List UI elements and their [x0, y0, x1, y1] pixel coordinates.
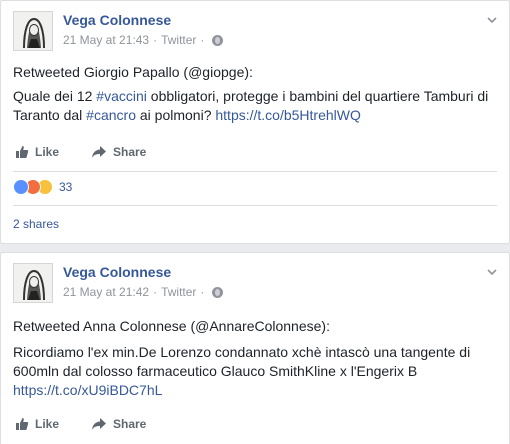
post-source: Twitter	[161, 33, 197, 47]
like-button[interactable]: Like	[15, 417, 59, 431]
hashtag-link[interactable]: #cancro	[86, 107, 136, 123]
share-button[interactable]: Share	[91, 145, 146, 159]
avatar[interactable]	[13, 11, 53, 51]
like-label: Like	[35, 417, 60, 431]
avatar-drawing-icon	[14, 12, 52, 50]
post-text: Quale dei 12	[13, 88, 97, 104]
url-link[interactable]: https://t.co/b5HtrehlWQ	[215, 107, 361, 123]
post-author[interactable]: Vega Colonnese	[63, 12, 171, 28]
hashtag-link[interactable]: #vaccini	[96, 88, 147, 104]
post-body: Ricordiamo l'ex min.De Lorenzo condannat…	[13, 343, 497, 400]
thumbs-up-icon	[16, 146, 29, 158]
globe-icon[interactable]	[212, 34, 224, 46]
post-author[interactable]: Vega Colonnese	[63, 264, 171, 280]
share-arrow-icon	[92, 146, 106, 158]
meta-separator: ·	[200, 33, 205, 47]
post-timestamp[interactable]: 21 May at 21:43	[63, 33, 149, 47]
post-card: Vega Colonnese 21 May at 21:43 · Twitter…	[0, 0, 510, 244]
retweet-line: Retweeted Giorgio Papallo (@giopge):	[13, 64, 253, 80]
post-card: Vega Colonnese 21 May at 21:42 · Twitter…	[0, 252, 510, 444]
post-meta: 21 May at 21:42 · Twitter ·	[63, 285, 224, 299]
avatar-drawing-icon	[14, 264, 52, 302]
url-link[interactable]: https://t.co/xU9iBDC7hL	[13, 382, 162, 398]
post-text: Ricordiamo l'ex min.De Lorenzo condannat…	[13, 344, 471, 379]
like-button[interactable]: Like	[15, 145, 59, 159]
retweet-line: Retweeted Anna Colonnese (@AnnareColonne…	[13, 318, 330, 334]
reactions-summary[interactable]: 33	[13, 179, 72, 195]
share-label: Share	[113, 145, 147, 159]
share-button[interactable]: Share	[91, 417, 146, 431]
like-label: Like	[35, 145, 60, 159]
thumbs-up-icon	[16, 418, 29, 430]
shares-count[interactable]: 2 shares	[13, 217, 59, 231]
post-body: Quale dei 12 #vaccini obbligatori, prote…	[13, 87, 497, 125]
chevron-down-icon[interactable]	[487, 15, 497, 25]
avatar[interactable]	[13, 263, 53, 303]
post-source: Twitter	[161, 285, 197, 299]
share-arrow-icon	[92, 418, 106, 430]
meta-separator: ·	[200, 285, 205, 299]
post-text: ai polmoni?	[135, 107, 216, 123]
divider	[13, 171, 497, 172]
meta-separator: ·	[153, 33, 158, 47]
reaction-count: 33	[59, 180, 73, 194]
post-timestamp[interactable]: 21 May at 21:42	[63, 285, 149, 299]
divider	[13, 205, 497, 206]
like-reaction-icon	[13, 179, 29, 195]
meta-separator: ·	[153, 285, 158, 299]
chevron-down-icon[interactable]	[487, 267, 497, 277]
post-meta: 21 May at 21:43 · Twitter ·	[63, 33, 224, 47]
globe-icon[interactable]	[212, 286, 224, 298]
share-label: Share	[113, 417, 147, 431]
